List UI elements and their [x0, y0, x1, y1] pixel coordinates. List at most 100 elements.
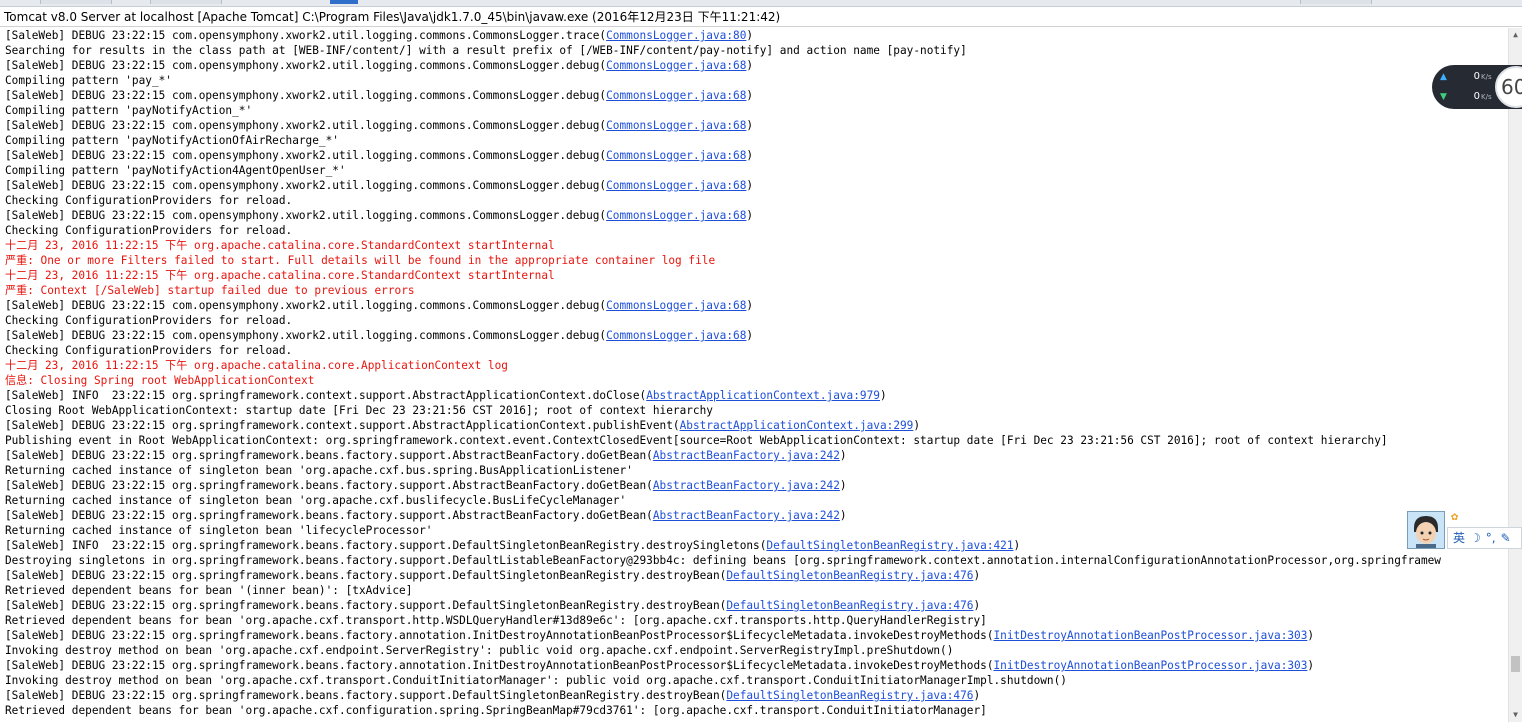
- source-link[interactable]: CommonsLogger.java:68: [606, 179, 746, 192]
- gear-icon[interactable]: ✿: [1451, 509, 1458, 523]
- source-link[interactable]: CommonsLogger.java:68: [606, 119, 746, 132]
- source-link[interactable]: CommonsLogger.java:68: [606, 149, 746, 162]
- active-tab-indicator[interactable]: [330, 0, 358, 4]
- console-line-text: [SaleWeb] DEBUG 23:22:15 org.springframe…: [5, 449, 653, 462]
- console-line-text: 信息: Closing Spring root WebApplicationCo…: [5, 374, 315, 387]
- console-line-suffix: ): [746, 89, 754, 102]
- source-link[interactable]: DefaultSingletonBeanRegistry.java:476: [726, 689, 973, 702]
- console-line-text: Compiling pattern 'payNotifyActionOfAirR…: [5, 134, 339, 147]
- console-line: [SaleWeb] DEBUG 23:22:15 org.springframe…: [5, 688, 1441, 703]
- console-line: [SaleWeb] DEBUG 23:22:15 org.springframe…: [5, 478, 1441, 493]
- editor-tab[interactable]: [1300, 0, 1372, 4]
- console-error-line: 十二月 23, 2016 11:22:15 下午 org.apache.cata…: [5, 268, 1441, 283]
- network-speed-widget[interactable]: ▲0K/s ▼0K/s 60: [1432, 65, 1522, 109]
- console-line-text: [SaleWeb] DEBUG 23:22:15 com.opensymphon…: [5, 179, 607, 192]
- console-line-text: Returning cached instance of singleton b…: [5, 464, 633, 477]
- source-link[interactable]: DefaultSingletonBeanRegistry.java:476: [726, 599, 973, 612]
- source-link[interactable]: AbstractBeanFactory.java:242: [653, 449, 840, 462]
- console-line-suffix: ): [746, 149, 754, 162]
- source-link[interactable]: AbstractBeanFactory.java:242: [653, 479, 840, 492]
- console-line: Checking ConfigurationProviders for relo…: [5, 343, 1441, 358]
- avatar-face-icon: [1408, 512, 1444, 548]
- editor-tab[interactable]: [40, 0, 112, 4]
- console-error-line: 十二月 23, 2016 11:22:15 下午 org.apache.cata…: [5, 238, 1441, 253]
- console-line: Compiling pattern 'payNotifyActionOfAirR…: [5, 133, 1441, 148]
- console-line-text: Checking ConfigurationProviders for relo…: [5, 344, 293, 357]
- console-line-suffix: ): [746, 299, 754, 312]
- console-error-line: 严重: Context [/SaleWeb] startup failed du…: [5, 283, 1441, 298]
- source-link[interactable]: CommonsLogger.java:68: [606, 329, 746, 342]
- source-link[interactable]: DefaultSingletonBeanRegistry.java:476: [726, 569, 973, 582]
- console-line-text: [SaleWeb] DEBUG 23:22:15 org.springframe…: [5, 479, 653, 492]
- console-line-text: [SaleWeb] DEBUG 23:22:15 com.opensymphon…: [5, 329, 607, 342]
- console-line-suffix: ): [746, 119, 754, 132]
- half-width-moon-icon[interactable]: ☽: [1470, 528, 1481, 548]
- source-link[interactable]: InitDestroyAnnotationBeanPostProcessor.j…: [994, 659, 1308, 672]
- scrollbar-thumb[interactable]: [1511, 656, 1520, 672]
- console-line: Invoking destroy method on bean 'org.apa…: [5, 673, 1441, 688]
- console-line: Checking ConfigurationProviders for relo…: [5, 313, 1441, 328]
- console-line-text: Compiling pattern 'pay_*': [5, 74, 172, 87]
- console-line-text: 严重: Context [/SaleWeb] startup failed du…: [5, 284, 415, 297]
- scroll-up-arrow-icon[interactable]: ▲: [1509, 28, 1522, 42]
- console-line-text: [SaleWeb] DEBUG 23:22:15 com.opensymphon…: [5, 209, 607, 222]
- console-line: [SaleWeb] DEBUG 23:22:15 com.opensymphon…: [5, 148, 1441, 163]
- source-link[interactable]: CommonsLogger.java:80: [606, 29, 746, 42]
- editor-tab-strip: [0, 0, 1522, 7]
- console-line-suffix: ): [879, 389, 887, 402]
- console-line-text: Publishing event in Root WebApplicationC…: [5, 434, 1388, 447]
- source-link[interactable]: CommonsLogger.java:68: [606, 59, 746, 72]
- console-line-text: [SaleWeb] DEBUG 23:22:15 org.springframe…: [5, 659, 994, 672]
- console-line-text: 严重: One or more Filters failed to start.…: [5, 254, 716, 267]
- console-line: [SaleWeb] DEBUG 23:22:15 com.opensymphon…: [5, 88, 1441, 103]
- console-lines: [SaleWeb] DEBUG 23:22:15 com.opensymphon…: [5, 28, 1441, 718]
- scroll-down-arrow-icon[interactable]: ▼: [1509, 708, 1522, 722]
- console-line-suffix: ): [746, 179, 754, 192]
- console-line-suffix: ): [1307, 659, 1315, 672]
- console-line: [SaleWeb] DEBUG 23:22:15 com.opensymphon…: [5, 178, 1441, 193]
- source-link[interactable]: CommonsLogger.java:68: [606, 89, 746, 102]
- editor-tab[interactable]: [150, 0, 222, 4]
- console-line-suffix: ): [746, 59, 754, 72]
- console-line: [SaleWeb] DEBUG 23:22:15 com.opensymphon…: [5, 118, 1441, 133]
- download-arrow-icon: ▼: [1440, 92, 1447, 102]
- console-line-text: Retrieved dependent beans for bean 'org.…: [5, 614, 987, 627]
- source-link[interactable]: CommonsLogger.java:68: [606, 299, 746, 312]
- console-output[interactable]: [SaleWeb] DEBUG 23:22:15 com.opensymphon…: [0, 28, 1508, 722]
- console-line-suffix: ): [839, 509, 847, 522]
- source-link[interactable]: InitDestroyAnnotationBeanPostProcessor.j…: [994, 629, 1308, 642]
- console-line: Destroying singletons in org.springframe…: [5, 553, 1441, 568]
- console-line-text: 十二月 23, 2016 11:22:15 下午 org.apache.cata…: [5, 359, 508, 372]
- console-line-text: Invoking destroy method on bean 'org.apa…: [5, 674, 1067, 687]
- punctuation-icon[interactable]: °,: [1486, 528, 1496, 548]
- source-link[interactable]: AbstractApplicationContext.java:299: [680, 419, 914, 432]
- ime-avatar[interactable]: [1407, 511, 1445, 549]
- source-link[interactable]: CommonsLogger.java:68: [606, 209, 746, 222]
- console-line-text: [SaleWeb] DEBUG 23:22:15 org.springframe…: [5, 509, 653, 522]
- performance-gauge[interactable]: 60: [1495, 66, 1522, 108]
- console-line-text: Returning cached instance of singleton b…: [5, 494, 627, 507]
- console-line-text: Returning cached instance of singleton b…: [5, 524, 433, 537]
- console-line-text: [SaleWeb] DEBUG 23:22:15 com.opensymphon…: [5, 299, 607, 312]
- console-line-text: [SaleWeb] DEBUG 23:22:15 com.opensymphon…: [5, 119, 607, 132]
- console-line: Retrieved dependent beans for bean '(inn…: [5, 583, 1441, 598]
- console-line-text: Destroying singletons in org.springframe…: [5, 554, 1441, 567]
- console-line-text: [SaleWeb] DEBUG 23:22:15 org.springframe…: [5, 599, 727, 612]
- console-line: Compiling pattern 'payNotifyAction_*': [5, 103, 1441, 118]
- console-line-text: Compiling pattern 'payNotifyAction4Agent…: [5, 164, 346, 177]
- console-line-suffix: ): [746, 209, 754, 222]
- tool-icon[interactable]: ✎: [1501, 528, 1511, 548]
- console-line-text: [SaleWeb] INFO 23:22:15 org.springframew…: [5, 539, 767, 552]
- console-line: [SaleWeb] DEBUG 23:22:15 org.springframe…: [5, 418, 1441, 433]
- console-error-line: 十二月 23, 2016 11:22:15 下午 org.apache.cata…: [5, 358, 1441, 373]
- console-line: Retrieved dependent beans for bean 'org.…: [5, 703, 1441, 718]
- ime-language-toggle[interactable]: 英: [1453, 528, 1465, 548]
- console-line-suffix: ): [746, 29, 754, 42]
- ime-mode-bar[interactable]: 英 ☽ °, ✎: [1447, 527, 1522, 549]
- source-link[interactable]: AbstractApplicationContext.java:979: [646, 389, 880, 402]
- ime-toolbar[interactable]: ✿ 英 ☽ °, ✎: [1405, 509, 1522, 551]
- source-link[interactable]: DefaultSingletonBeanRegistry.java:421: [766, 539, 1013, 552]
- vertical-scrollbar[interactable]: ▲ ▼: [1508, 28, 1522, 722]
- source-link[interactable]: AbstractBeanFactory.java:242: [653, 509, 840, 522]
- console-line: Invoking destroy method on bean 'org.apa…: [5, 643, 1441, 658]
